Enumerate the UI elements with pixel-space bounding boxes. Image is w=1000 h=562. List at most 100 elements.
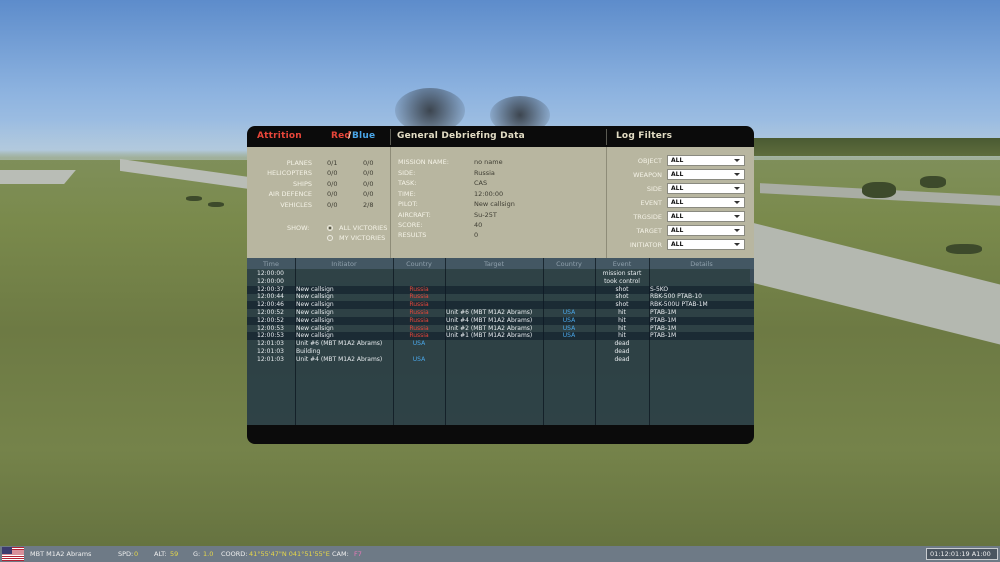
log-cell-initiator: New callsign (296, 301, 334, 309)
column-header-target[interactable]: Target (445, 260, 543, 268)
attrition-red-value: 0/0 (327, 201, 338, 209)
filter-label-side: SIDE (646, 185, 662, 193)
log-cell-initiator: Building (296, 348, 321, 355)
filter-event-select[interactable]: ALL (667, 197, 745, 208)
log-cell-initiator: New callsign (296, 285, 334, 293)
filter-label-trgside: TRGSIDE (633, 213, 662, 221)
log-row[interactable]: 12:00:46 New callsign Russia shot RBK-500U P… (247, 301, 754, 310)
log-cell-details: PTAB-1M (650, 324, 677, 332)
general-label: RESULTS (398, 231, 427, 239)
log-cell-event: dead (614, 340, 630, 348)
filter-label-initiator: INITIATOR (629, 241, 662, 249)
all-victories-radio[interactable] (327, 225, 333, 231)
log-row[interactable]: 12:00:53 New callsign Russia Unit #1 (MBT M… (247, 332, 754, 341)
vehicle-silhouette (920, 176, 946, 188)
log-row[interactable]: 12:01:03 Unit #4 (MBT M1A2 Abrams) USA dead (247, 356, 754, 364)
log-row[interactable]: 12:00:52 New callsign Russia Unit #6 (MBT M… (247, 309, 754, 317)
log-cell-time: 12:00:00 (257, 277, 284, 285)
attrition-blue-value: 0/0 (363, 159, 374, 167)
vehicle-silhouette (862, 182, 896, 198)
column-header-event[interactable]: Event (595, 260, 649, 268)
column-header-time[interactable]: Time (247, 260, 295, 268)
filter-value: ALL (671, 171, 684, 178)
filter-target-select[interactable]: ALL (667, 225, 745, 236)
attrition-red-value: 0/0 (327, 180, 338, 188)
chevron-down-icon (734, 173, 740, 176)
attrition-red-value: 0/1 (327, 159, 338, 167)
filter-label-object: OBJECT (637, 157, 662, 165)
column-header-target-country[interactable]: Country (543, 260, 595, 268)
hud-coord-label: COORD: (221, 550, 248, 558)
general-label: SCORE: (398, 221, 423, 229)
log-row[interactable]: 12:00:44 New callsign Russia shot RBK-500 PT… (247, 293, 754, 301)
filter-value: ALL (671, 213, 684, 220)
attrition-red-value: 0/0 (327, 190, 338, 198)
log-cell-time: 12:01:03 (257, 340, 284, 348)
usa-flag-icon (2, 547, 24, 561)
event-log-table[interactable]: Time Initiator Country Target Country Ev… (247, 258, 754, 425)
log-cell-country: Russia (409, 309, 429, 316)
all-victories-label[interactable]: ALL VICTORIES (339, 224, 387, 232)
log-cell-event: shot (615, 285, 629, 293)
log-row[interactable]: 12:00:37 New callsign Russia shot S-5KO (247, 285, 754, 294)
log-cell-country: Russia (409, 332, 429, 340)
attrition-blue-value: 0/0 (363, 180, 374, 188)
chevron-down-icon (734, 243, 740, 246)
mission-clock: 01:12:01:19 A1:00 (926, 548, 998, 560)
general-value: 0 (474, 231, 479, 239)
log-cell-event: hit (618, 332, 626, 340)
log-cell-target: Unit #2 (MBT M1A2 Abrams) (446, 324, 533, 332)
log-cell-time: 12:01:03 (257, 348, 284, 355)
chevron-down-icon (734, 229, 740, 232)
attrition-label: VEHICLES (280, 201, 312, 209)
status-hud: MBT M1A2 Abrams SPD: 0 ALT: 59 G: 1.0 CO… (0, 546, 1000, 562)
log-row[interactable]: 12:00:53 New callsign Russia Unit #2 (MBT M… (247, 325, 754, 333)
column-header-details[interactable]: Details (649, 260, 754, 268)
filter-trgside-select[interactable]: ALL (667, 211, 745, 222)
hud-alt-label: ALT: (154, 550, 167, 558)
log-cell-event: took control (604, 277, 640, 285)
column-header-country[interactable]: Country (393, 260, 445, 268)
attrition-blue-value: 0/0 (363, 190, 374, 198)
log-cell-event: mission start (602, 270, 642, 277)
log-row[interactable]: 12:00:52 New callsign Russia Unit #4 (MBT M… (247, 316, 754, 325)
filter-label-weapon: WEAPON (633, 171, 662, 179)
log-row[interactable]: 12:01:03 Building dead (247, 348, 754, 356)
filter-weapon-select[interactable]: ALL (667, 169, 745, 180)
vehicle-silhouette (208, 202, 224, 207)
log-cell-event: dead (614, 348, 630, 355)
filter-side-select[interactable]: ALL (667, 183, 745, 194)
column-header-initiator[interactable]: Initiator (295, 260, 393, 268)
filter-value: ALL (671, 157, 684, 164)
log-cell-event: hit (618, 309, 626, 316)
general-value: CAS (474, 179, 488, 187)
filter-value: ALL (671, 185, 684, 192)
chevron-down-icon (734, 201, 740, 204)
log-cell-event: shot (615, 301, 629, 309)
filter-initiator-select[interactable]: ALL (667, 239, 745, 250)
log-cell-time: 12:00:53 (257, 332, 284, 340)
log-cell-country: Russia (409, 301, 429, 309)
general-label: AIRCRAFT: (398, 211, 431, 219)
tree-line (752, 138, 1000, 156)
log-row[interactable]: 12:00:00 mission start (247, 270, 754, 278)
general-value: 40 (474, 221, 483, 229)
log-cell-time: 12:00:37 (257, 285, 284, 293)
runway-strip (120, 158, 250, 190)
filter-object-select[interactable]: ALL (667, 155, 745, 166)
blue-side-toggle[interactable]: Blue (352, 131, 375, 141)
log-row[interactable]: 12:01:03 Unit #6 (MBT M1A2 Abrams) USA dead (247, 340, 754, 348)
hud-alt-value: 59 (170, 550, 179, 558)
log-cell-time: 12:00:46 (257, 301, 284, 309)
log-cell-event: shot (615, 293, 629, 301)
header-divider (390, 129, 391, 145)
filter-value: ALL (671, 227, 684, 234)
my-victories-label[interactable]: MY VICTORIES (339, 234, 385, 242)
log-cell-details: S-5KO (650, 285, 669, 293)
my-victories-radio[interactable] (327, 235, 333, 241)
attrition-blue-value: 0/0 (363, 169, 374, 177)
runway-strip (0, 170, 76, 184)
general-label: PILOT: (398, 200, 418, 208)
log-row[interactable]: 12:00:00 took control (247, 278, 754, 286)
attrition-label: HELICOPTERS (267, 169, 312, 177)
